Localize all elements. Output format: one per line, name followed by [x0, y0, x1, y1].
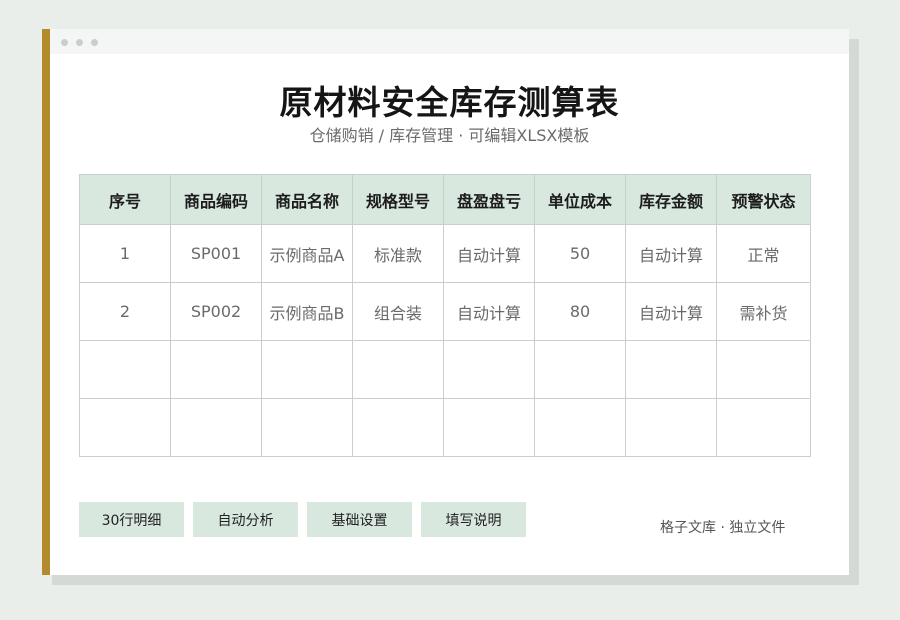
table-cell[interactable]	[443, 340, 535, 399]
table-cell[interactable]: 标准款	[352, 224, 444, 283]
table-cell[interactable]: SP002	[170, 282, 262, 341]
window-top-bar	[50, 29, 849, 54]
table-cell[interactable]	[261, 340, 353, 399]
table-cell[interactable]: SP001	[170, 224, 262, 283]
table-cell[interactable]: 80	[534, 282, 626, 341]
column-header: 盘盈盘亏	[443, 174, 535, 225]
table-cell[interactable]	[716, 340, 811, 399]
document-card: 原材料安全库存测算表 仓储购销 / 库存管理 · 可编辑XLSX模板 序号 商品…	[42, 29, 849, 575]
table-cell[interactable]: 自动计算	[625, 224, 717, 283]
table-cell[interactable]: 1	[79, 224, 171, 283]
table-cell[interactable]	[625, 340, 717, 399]
window-dot-icon	[61, 39, 68, 46]
instructions-button[interactable]: 填写说明	[421, 502, 526, 537]
details-30-rows-button[interactable]: 30行明细	[79, 502, 184, 537]
footer-brand: 格子文库 · 独立文件	[660, 520, 786, 536]
table-cell[interactable]	[352, 340, 444, 399]
page-title: 原材料安全库存测算表	[279, 83, 620, 122]
table-cell[interactable]: 自动计算	[443, 224, 535, 283]
table-cell[interactable]: 自动计算	[443, 282, 535, 341]
table-cell[interactable]	[170, 340, 262, 399]
table-cell[interactable]	[534, 340, 626, 399]
table-cell[interactable]: 需补货	[716, 282, 811, 341]
table-cell[interactable]: 2	[79, 282, 171, 341]
table-cell[interactable]: 正常	[716, 224, 811, 283]
window-dot-icon	[91, 39, 98, 46]
table-cell[interactable]	[79, 340, 171, 399]
auto-analysis-button[interactable]: 自动分析	[193, 502, 298, 537]
table-cell[interactable]: 组合装	[352, 282, 444, 341]
column-header: 预警状态	[716, 174, 811, 225]
column-header: 商品编码	[170, 174, 262, 225]
table-cell[interactable]: 50	[534, 224, 626, 283]
window-dot-icon	[76, 39, 83, 46]
table-cell[interactable]	[79, 398, 171, 457]
table-header-row: 序号 商品编码 商品名称 规格型号 盘盈盘亏 单位成本 库存金额 预警状态	[79, 174, 811, 225]
column-header: 商品名称	[261, 174, 353, 225]
table-cell[interactable]	[261, 398, 353, 457]
basic-settings-button[interactable]: 基础设置	[307, 502, 412, 537]
table-row	[79, 340, 811, 399]
table-cell[interactable]	[443, 398, 535, 457]
table-cell[interactable]: 示例商品B	[261, 282, 353, 341]
inventory-table: 序号 商品编码 商品名称 规格型号 盘盈盘亏 单位成本 库存金额 预警状态 1 …	[79, 174, 811, 457]
page-subtitle: 仓储购销 / 库存管理 · 可编辑XLSX模板	[309, 126, 590, 145]
table-row: 1 SP001 示例商品A 标准款 自动计算 50 自动计算 正常	[79, 224, 811, 283]
table-cell[interactable]	[534, 398, 626, 457]
table-cell[interactable]	[170, 398, 262, 457]
column-header: 规格型号	[352, 174, 444, 225]
accent-bar	[42, 29, 50, 575]
column-header: 库存金额	[625, 174, 717, 225]
table-cell[interactable]: 自动计算	[625, 282, 717, 341]
table-cell[interactable]	[716, 398, 811, 457]
table-row	[79, 398, 811, 457]
column-header: 序号	[79, 174, 171, 225]
table-cell[interactable]	[352, 398, 444, 457]
table-row: 2 SP002 示例商品B 组合装 自动计算 80 自动计算 需补货	[79, 282, 811, 341]
table-cell[interactable]	[625, 398, 717, 457]
table-cell[interactable]: 示例商品A	[261, 224, 353, 283]
column-header: 单位成本	[534, 174, 626, 225]
